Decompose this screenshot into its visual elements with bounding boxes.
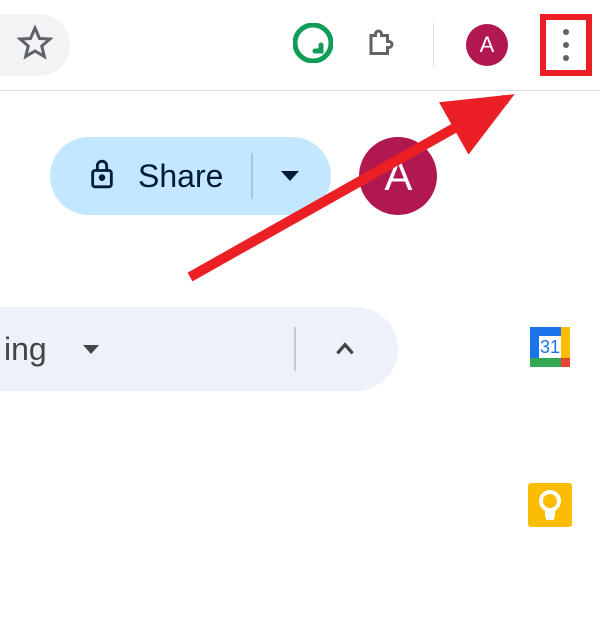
separator [433,23,434,67]
svg-text:31: 31 [540,337,560,357]
google-calendar-icon[interactable]: 31 [526,323,574,371]
avatar-letter: A [384,152,412,200]
editing-mode-label: ing [0,331,47,368]
share-label: Share [138,158,223,195]
docs-profile-avatar[interactable]: A [359,137,437,215]
docs-content-area: Share A ing 31 [0,91,600,616]
avatar-letter: A [480,32,495,58]
annotation-highlight-box [540,14,592,76]
extensions-icon[interactable] [365,25,401,66]
share-button[interactable]: Share [50,137,331,215]
dropdown-arrow-icon[interactable] [281,171,299,181]
divider [294,327,296,371]
browser-profile-avatar[interactable]: A [466,24,508,66]
star-icon[interactable] [17,25,53,66]
lock-icon [88,157,116,196]
editing-mode-dropdown[interactable] [83,345,99,354]
share-divider [251,153,253,199]
google-keep-icon[interactable] [526,481,574,529]
editing-mode-toolbar: ing [0,307,398,391]
browser-toolbar: A [0,0,600,90]
chrome-menu-button[interactable] [540,14,592,76]
address-bar-end[interactable] [0,14,70,76]
collapse-toolbar-button[interactable] [332,336,358,362]
grammarly-icon[interactable] [293,23,333,68]
